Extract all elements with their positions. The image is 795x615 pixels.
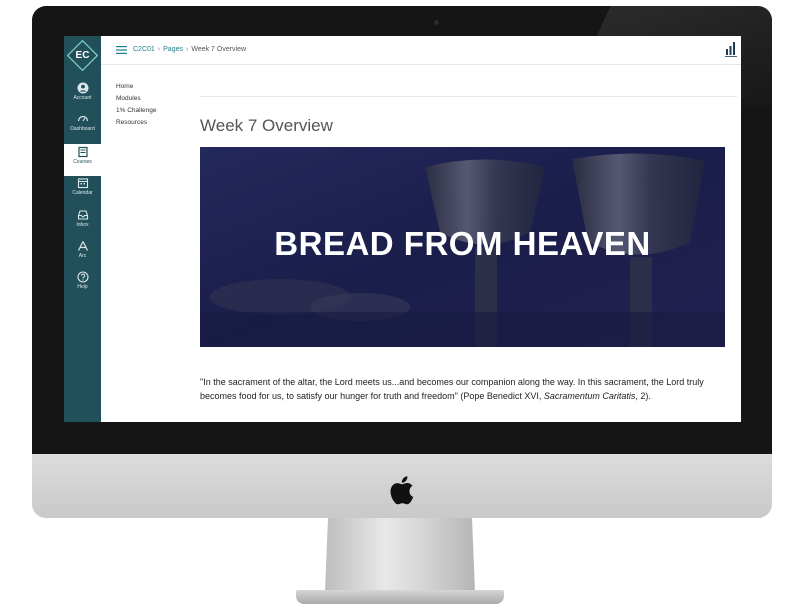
nav-label: Arc [78,253,87,259]
nav-account[interactable]: Account [64,82,101,112]
monitor-base [296,590,504,604]
nav-help[interactable]: Help [64,271,101,301]
nav-label: Inbox [76,222,89,228]
course-nav: Home Modules 1% Challenge Resources [116,81,156,129]
nav-inbox[interactable]: Inbox [64,209,101,239]
breadcrumb-course[interactable]: C2C01 [133,46,155,53]
help-icon [76,271,89,283]
breadcrumb-separator: › [157,46,161,53]
nav-label: Account [73,95,92,101]
logo-text: EC [75,50,90,61]
hamburger-menu-icon[interactable] [116,46,127,54]
nav-label: Calendar [72,190,93,196]
calendar-icon [77,178,88,189]
breadcrumb: C2C01 › Pages › Week 7 Overview [133,46,246,53]
courses-icon [77,146,88,158]
nav-courses[interactable]: Courses [64,144,101,176]
breadcrumb-pages[interactable]: Pages [163,46,183,53]
quote-citation: , 2). [635,390,651,401]
quote-source-title: Sacramentum Caritatis [543,390,636,401]
dashboard-icon [77,115,88,122]
nav-dashboard[interactable]: Dashboard [64,113,101,143]
course-nav-challenge[interactable]: 1% Challenge [116,105,156,117]
divider [200,96,737,97]
apple-logo-icon [390,476,414,505]
camera-icon [434,20,439,25]
course-nav-home[interactable]: Home [116,81,156,93]
banner-title: BREAD FROM HEAVEN [274,225,651,262]
breadcrumb-separator: › [186,46,189,53]
inbox-icon [77,210,88,220]
bar-chart-icon[interactable] [725,40,737,58]
global-nav: EC Account Dashboard Courses Calendar In… [64,36,101,422]
nav-arc[interactable]: Arc [64,240,101,270]
nav-label: Dashboard [70,126,95,132]
nav-label: Help [77,284,88,290]
banner-image: BREAD FROM HEAVEN [200,147,725,347]
nav-calendar[interactable]: Calendar [64,177,101,207]
arc-icon [77,241,88,251]
page-title: Week 7 Overview [200,116,333,135]
course-nav-modules[interactable]: Modules [116,93,156,105]
nav-label: Courses [73,159,92,165]
screen: EC Account Dashboard Courses Calendar In… [64,36,741,422]
course-nav-resources[interactable]: Resources [116,117,156,129]
quote-paragraph: "In the sacrament of the altar, the Lord… [200,376,737,403]
account-icon [77,82,88,94]
breadcrumb-current: Week 7 Overview [191,46,247,53]
ec-logo[interactable]: EC [66,39,99,72]
top-bar: C2C01 › Pages › Week 7 Overview [101,36,741,65]
monitor-stand [325,518,475,592]
